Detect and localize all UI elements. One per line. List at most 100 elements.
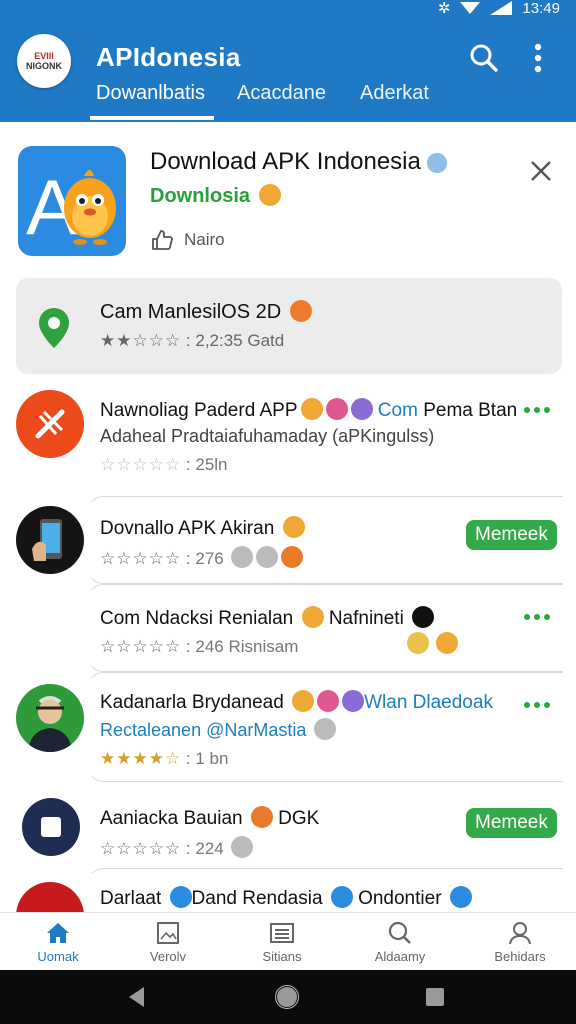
logo-text-top: EVIII <box>34 51 54 61</box>
rating-stars: ☆☆☆☆☆ <box>100 455 182 474</box>
back-icon[interactable] <box>124 984 150 1010</box>
tab-downloads[interactable]: Dowanlbatis <box>96 82 205 105</box>
tab-bar: Dowanlbatis Acacdane Aderkat <box>0 78 576 122</box>
list-item[interactable]: Aaniacka Bauian DGK ☆☆☆☆☆ : 224 Memeek <box>0 782 576 868</box>
smile-emoji-icon <box>258 184 281 206</box>
app-name-tail: Dand Rendasia <box>191 888 323 909</box>
featured-app-card[interactable]: A Download APK Indonesia Downlosia Nairo <box>0 130 576 270</box>
featured-subtitle-text: Downlosia <box>150 185 251 207</box>
profile-icon <box>509 921 531 944</box>
app-name-tail: DGK <box>278 808 320 829</box>
home-button-icon[interactable] <box>274 984 300 1010</box>
emoji-icon <box>281 546 304 568</box>
tool-slash-icon <box>16 390 84 458</box>
rating-count: 1 bn <box>195 749 229 768</box>
app-name: Cam ManlesilOS 2D <box>100 300 312 324</box>
app-subtitle: Rectaleanen @NarMastia <box>100 718 337 741</box>
list-item[interactable]: Nawnoliag Paderd APP Com Pema Btan Adahe… <box>0 384 576 484</box>
home-icon <box>47 922 69 943</box>
like-button[interactable]: Nairo <box>150 228 225 252</box>
rating-extra: Gatd <box>247 331 285 350</box>
person-avatar-icon <box>16 684 84 752</box>
nav-home[interactable]: Uomak <box>0 913 116 971</box>
list-item[interactable]: Com Ndacksi Renialan Nafnineti ☆☆☆☆☆ : 2… <box>0 584 576 672</box>
app-name: Com Ndacksi Renialan Nafnineti <box>100 606 435 630</box>
a-letter-chick-icon: A <box>18 146 126 256</box>
face-emoji-icon <box>289 300 312 322</box>
list-item[interactable]: Dovnallo APK Akiran ☆☆☆☆☆ : 276 Memeek <box>0 496 576 584</box>
emoji-icon <box>301 606 324 628</box>
tab-academy[interactable]: Acacdane <box>237 82 326 105</box>
search-icon <box>388 921 411 944</box>
app-meta: ★★☆☆☆ : 2,2:35 Gatd <box>100 331 285 350</box>
emoji-icon <box>231 836 254 858</box>
emoji-icon <box>300 398 323 420</box>
status-time: 13:49 <box>522 0 560 17</box>
emoji-icon <box>449 886 472 908</box>
more-vertical-icon <box>534 43 542 73</box>
app-name-text: Aaniacka Bauian <box>100 808 243 829</box>
list-item[interactable]: Kadanarla Brydanead Wlan Dlaedoak Rectal… <box>0 672 576 782</box>
bottom-navigation: Uomak Verolv Sitians Aldaamy Behidars <box>0 912 576 970</box>
emoji-icon <box>250 806 273 828</box>
signal-icon <box>490 1 513 15</box>
install-button[interactable]: Memeek <box>466 808 557 838</box>
featured-title: Download APK Indonesia <box>150 148 447 176</box>
list-icon <box>270 922 294 943</box>
search-button[interactable] <box>466 40 502 76</box>
emoji-group <box>404 632 459 655</box>
featured-title-text: Download APK Indonesia <box>150 148 421 175</box>
thumbs-up-icon <box>152 230 173 250</box>
more-options-button[interactable] <box>524 612 554 622</box>
emoji-icon <box>282 516 305 538</box>
app-bar: ✲ 13:49 EVIII NIGONK APIdonesia Dowanlba… <box>0 0 576 122</box>
nav-search-label: Aldaamy <box>374 948 426 964</box>
rating-stars: ☆☆☆☆☆ <box>100 637 182 656</box>
app-name: Darlaat Dand Rendasia Ondontier <box>100 886 472 910</box>
emoji-icon <box>325 398 348 420</box>
rating-stars: ☆☆☆☆☆ <box>100 839 182 858</box>
nav-gallery[interactable]: Verolv <box>110 913 226 971</box>
highlighted-app-row[interactable]: Cam ManlesilOS 2D ★★☆☆☆ : 2,2:35 Gatd <box>16 278 562 374</box>
app-name-link[interactable]: Wlan Dlaedoak <box>364 692 493 713</box>
rating-stars: ☆☆☆☆☆ <box>100 549 182 568</box>
rating-extra: Risnisam <box>228 637 299 656</box>
more-options-button[interactable] <box>524 700 554 710</box>
emoji-icon <box>412 606 435 628</box>
emoji-icon <box>317 690 340 712</box>
close-icon <box>531 161 551 181</box>
emoji-icon <box>436 632 459 654</box>
phone-hand-icon <box>16 506 84 574</box>
logo-text-bottom: NIGONK <box>26 61 62 71</box>
app-subtitle: Adaheal Pradtaiafuhamaday (aPKingulss) <box>100 426 435 446</box>
red-circle-icon <box>16 882 84 912</box>
app-name-text: Com Ndacksi Renialan <box>100 608 294 629</box>
more-options-button[interactable] <box>524 405 554 415</box>
nav-search[interactable]: Aldaamy <box>342 913 458 971</box>
search-icon <box>470 44 498 72</box>
verified-badge-icon <box>426 152 447 173</box>
app-meta: ★★★★☆ : 1 bn <box>100 749 229 768</box>
emoji-icon <box>292 690 315 712</box>
nav-home-label: Uomak <box>37 948 79 964</box>
emoji-icon <box>330 886 353 908</box>
app-name-tail: Pema Btan <box>423 400 518 421</box>
overflow-menu-button[interactable] <box>520 40 556 76</box>
close-button[interactable] <box>524 154 558 188</box>
active-tab-indicator <box>90 116 214 120</box>
app-name-text: Nawnoliag Paderd APP <box>100 400 298 421</box>
app-name-end: Ondontier <box>358 888 442 909</box>
emoji-icon <box>407 632 429 654</box>
tab-market[interactable]: Aderkat <box>360 82 429 105</box>
app-name-link[interactable]: Com <box>378 400 418 421</box>
rating-count: 276 <box>195 549 224 568</box>
nav-profile[interactable]: Behidars <box>462 913 576 971</box>
nav-list-label: Sitians <box>262 948 302 964</box>
list-item[interactable]: Darlaat Dand Rendasia Ondontier <box>0 868 576 912</box>
app-meta: ☆☆☆☆☆ : 224 <box>100 836 254 859</box>
app-subtitle-text: Rectaleanen @NarMastia <box>100 720 307 740</box>
install-button[interactable]: Memeek <box>466 520 557 550</box>
recents-icon[interactable] <box>422 984 448 1010</box>
status-bar: ✲ 13:49 <box>438 0 560 17</box>
nav-list[interactable]: Sitians <box>224 913 340 971</box>
